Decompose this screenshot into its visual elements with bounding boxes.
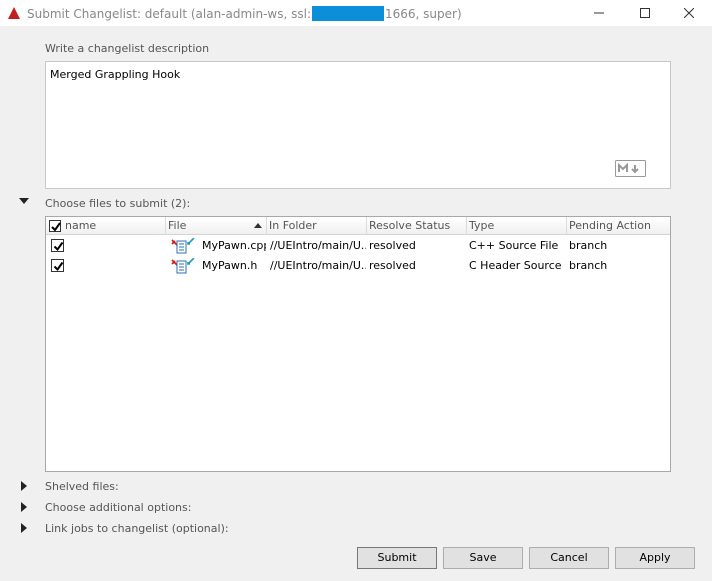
column-header-type[interactable]: Type [467,217,567,235]
expand-jobs-toggle-icon[interactable] [21,523,27,533]
description-text: Merged Grappling Hook [50,68,181,81]
file-name-cell: MyPawn.cpp [202,239,266,252]
window-title-prefix: Submit Changelist: default (alan-admin-w… [27,7,312,21]
resolve-status-cell: resolved [369,259,416,272]
description-textarea[interactable]: Merged Grappling Hook [45,61,671,189]
description-label: Write a changelist description [45,42,210,55]
expand-options-toggle-icon[interactable] [21,502,27,512]
save-button[interactable]: Save [443,547,523,569]
folder-cell: //UEIntro/main/U... [270,259,366,272]
window-title-suffix: 1666, super) [385,7,462,21]
close-button[interactable] [666,0,712,26]
redacted-host [312,6,385,21]
column-header-pending-action[interactable]: Pending Action [567,217,670,235]
red-triangle-icon [8,7,20,19]
minimize-button[interactable] [576,0,622,26]
table-header: name File In Folder Resolve Status Type … [46,217,670,235]
shelved-files-label[interactable]: Shelved files: [45,480,119,493]
markdown-icon[interactable] [615,160,646,177]
maximize-icon [640,8,650,18]
pending-action-cell: branch [569,239,608,252]
link-jobs-label[interactable]: Link jobs to changelist (optional): [45,522,229,535]
branch-file-icon [171,238,195,254]
column-header-name[interactable]: name [63,217,166,235]
files-section-label: Choose files to submit (2): [45,197,191,210]
column-header-resolve-status[interactable]: Resolve Status [367,217,467,235]
table-row[interactable]: MyPawn.cpp //UEIntro/main/U... resolved … [46,236,670,256]
files-table: name File In Folder Resolve Status Type … [45,216,671,472]
select-all-checkbox[interactable] [49,220,61,232]
column-header-file-label: File [168,219,187,232]
cancel-button[interactable]: Cancel [529,547,609,569]
type-cell: C Header Source ... [469,259,565,272]
additional-options-label[interactable]: Choose additional options: [45,501,191,514]
expand-shelved-toggle-icon[interactable] [21,481,27,491]
type-cell: C++ Source File [469,239,559,252]
window-title: Submit Changelist: default (alan-admin-w… [27,6,462,21]
branch-file-icon [171,258,195,274]
minimize-icon [594,12,604,14]
submit-button[interactable]: Submit [357,547,437,569]
column-header-in-folder[interactable]: In Folder [267,217,367,235]
folder-cell: //UEIntro/main/U... [270,239,366,252]
row-checkbox[interactable] [51,239,64,252]
expand-files-toggle-icon[interactable] [19,198,29,204]
row-checkbox[interactable] [51,259,64,272]
pending-action-cell: branch [569,259,608,272]
sort-ascending-icon [254,223,262,228]
table-row[interactable]: MyPawn.h //UEIntro/main/U... resolved C … [46,256,670,276]
title-bar: Submit Changelist: default (alan-admin-w… [0,0,712,26]
column-header-file[interactable]: File [166,217,267,235]
close-icon [684,8,694,18]
resolve-status-cell: resolved [369,239,416,252]
apply-button[interactable]: Apply [615,547,695,569]
maximize-button[interactable] [622,0,668,26]
file-name-cell: MyPawn.h [202,259,258,272]
